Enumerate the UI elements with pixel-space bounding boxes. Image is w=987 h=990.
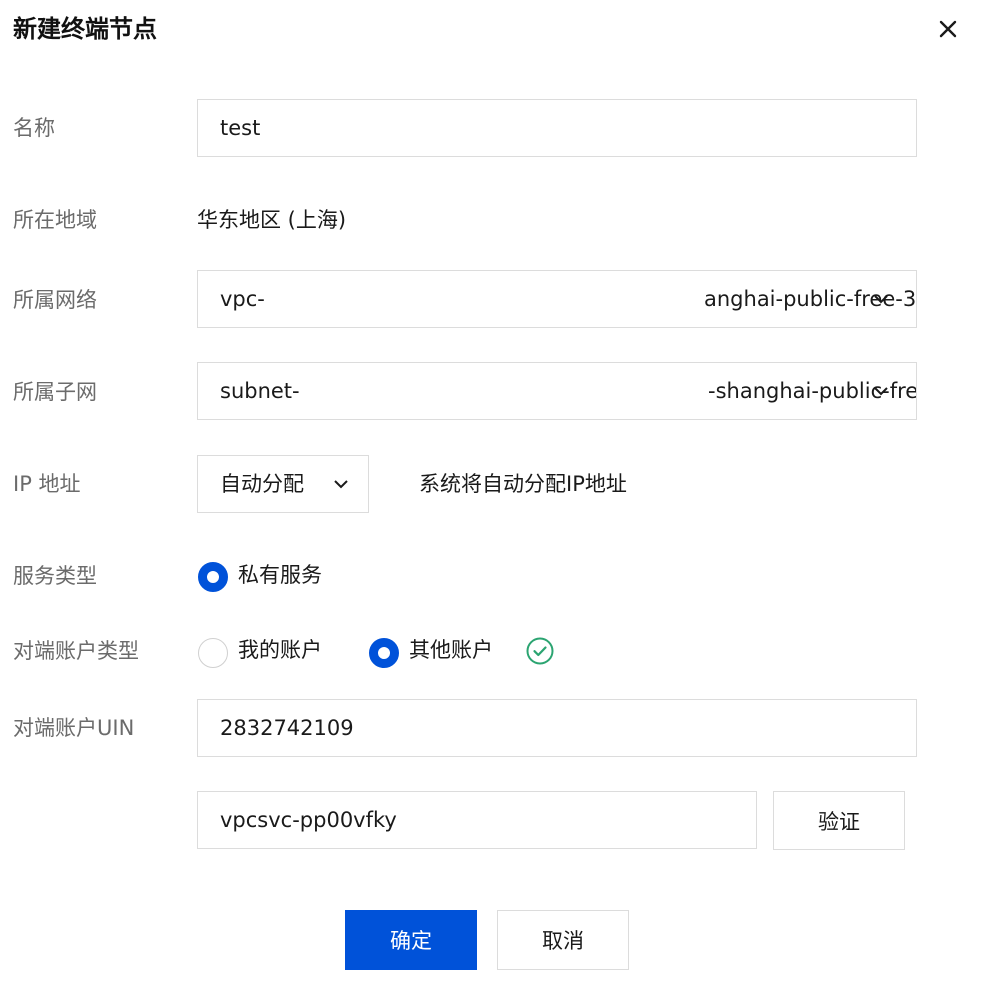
close-icon [939, 20, 957, 38]
dialog-title: 新建终端节点 [13, 15, 157, 43]
peer-account-type-label: 对端账户类型 [13, 639, 139, 663]
name-input-value: test [220, 116, 261, 140]
service-id-value: vpcsvc-pp00vfky [220, 808, 397, 832]
ip-label: IP 地址 [13, 472, 81, 496]
cancel-button-label: 取消 [542, 929, 584, 953]
vpc-select[interactable]: vpc- anghai-public-free-3 | 10.0.0... [197, 270, 917, 328]
subnet-select[interactable]: subnet- -shanghai-public-free-3 | 10.... [197, 362, 917, 420]
name-label: 名称 [13, 116, 55, 140]
subnet-label: 所属子网 [13, 380, 97, 404]
verify-button[interactable]: 验证 [773, 791, 905, 850]
confirm-button-label: 确定 [390, 929, 432, 953]
other-account-label: 其他账户 [409, 638, 493, 662]
chevron-down-icon [868, 378, 894, 404]
cancel-button[interactable]: 取消 [497, 910, 629, 970]
ip-hint: 系统将自动分配IP地址 [419, 472, 627, 496]
other-account-radio[interactable] [369, 638, 399, 668]
peer-uin-label: 对端账户UIN [13, 716, 135, 740]
subnet-select-prefix: subnet- [220, 379, 300, 403]
service-type-label: 服务类型 [13, 564, 97, 588]
confirm-button[interactable]: 确定 [345, 910, 477, 970]
service-id-input[interactable]: vpcsvc-pp00vfky [197, 791, 757, 849]
vpc-select-prefix: vpc- [220, 287, 265, 311]
close-button[interactable] [933, 14, 963, 44]
check-circle-icon [526, 637, 554, 665]
peer-uin-value: 2832742109 [220, 716, 354, 740]
region-value: 华东地区 (上海) [197, 208, 347, 232]
peer-uin-input[interactable]: 2832742109 [197, 699, 917, 757]
ip-mode-select[interactable]: 自动分配 [197, 455, 369, 513]
service-private-label: 私有服务 [238, 563, 322, 587]
service-private-radio[interactable] [198, 562, 228, 592]
my-account-label: 我的账户 [238, 638, 322, 662]
subnet-id-redaction [311, 369, 704, 413]
name-input[interactable]: test [197, 99, 917, 157]
ip-mode-value: 自动分配 [220, 472, 304, 496]
chevron-down-icon [328, 471, 354, 497]
chevron-down-icon [868, 286, 894, 312]
region-label: 所在地域 [13, 208, 97, 232]
vpc-id-redaction [276, 277, 700, 321]
verify-button-label: 验证 [818, 809, 860, 834]
my-account-radio[interactable] [198, 638, 228, 668]
vpc-label: 所属网络 [13, 288, 97, 312]
